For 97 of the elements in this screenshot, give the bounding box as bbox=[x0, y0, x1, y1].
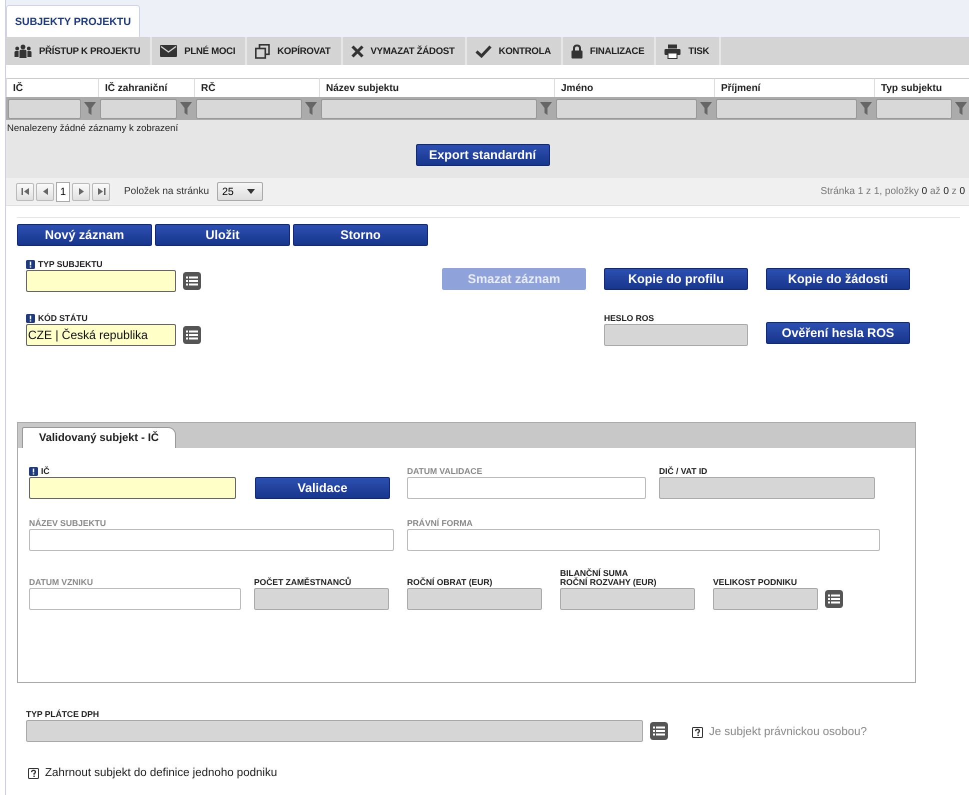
next-page-button[interactable] bbox=[72, 182, 90, 200]
first-page-button[interactable] bbox=[16, 182, 34, 200]
field-label: POČET ZAMĚSTNANCŮ bbox=[254, 578, 352, 587]
filter-field[interactable] bbox=[100, 98, 177, 118]
input-field[interactable] bbox=[407, 588, 542, 610]
toolbar-button[interactable]: FINALIZACE bbox=[562, 37, 656, 65]
caret-icon bbox=[247, 189, 256, 194]
last-page-icon bbox=[96, 187, 106, 196]
field-label: VELIKOST PODNIKU bbox=[713, 578, 798, 587]
input-field[interactable] bbox=[560, 588, 695, 610]
field-label: ROČNÍ OBRAT (EUR) bbox=[407, 578, 492, 587]
action-button[interactable]: Nový záznam bbox=[17, 224, 152, 246]
required-icon bbox=[26, 314, 35, 323]
close-icon bbox=[350, 44, 364, 58]
filter-field[interactable] bbox=[196, 98, 302, 118]
action-button[interactable]: Storno bbox=[293, 224, 428, 246]
field-label: PRÁVNÍ FORMA bbox=[407, 519, 473, 528]
input-field[interactable]: CZE | Česká republika bbox=[26, 324, 176, 346]
field-label: DATUM VZNIKU bbox=[29, 578, 94, 587]
required-icon bbox=[26, 260, 35, 269]
envelope-icon bbox=[160, 45, 178, 57]
toolbar-button[interactable]: KOPÍROVAT bbox=[247, 37, 343, 65]
column-header[interactable]: IČ zahraniční bbox=[98, 78, 194, 97]
field-label: KÓD STÁTU bbox=[38, 314, 88, 323]
toolbar-button[interactable]: PŘÍSTUP K PROJEKTU bbox=[6, 37, 152, 65]
help-icon bbox=[28, 768, 39, 778]
list-icon[interactable] bbox=[650, 722, 668, 740]
field-label: HESLO ROS bbox=[604, 314, 654, 323]
filter-icon[interactable] bbox=[180, 102, 192, 115]
field-label: BILANČNÍ SUMA ROČNÍ ROZVAHY (EUR) bbox=[560, 569, 656, 587]
filter-field[interactable] bbox=[716, 98, 857, 118]
toolbar-button[interactable]: PLNÉ MOCI bbox=[152, 37, 248, 65]
first-page-icon bbox=[20, 187, 30, 196]
filter-icon[interactable] bbox=[540, 102, 552, 115]
field-label: NÁZEV SUBJEKTU bbox=[29, 519, 106, 528]
validate-button[interactable]: Validace bbox=[255, 477, 390, 499]
filter-icon[interactable] bbox=[860, 102, 872, 115]
page-summary: Stránka 1 z 1, položky 0 až 0 z 0 bbox=[820, 186, 965, 197]
input-field[interactable] bbox=[29, 529, 394, 551]
check-icon bbox=[474, 44, 492, 58]
column-header[interactable]: Jméno bbox=[554, 78, 714, 97]
field-label: DIČ / VAT ID bbox=[659, 467, 708, 476]
filter-icon[interactable] bbox=[84, 102, 96, 115]
copy-icon bbox=[255, 44, 270, 58]
toolbar-button[interactable]: VYMAZAT ŽÁDOST bbox=[342, 37, 467, 65]
page-size-select[interactable]: 25 bbox=[217, 182, 264, 201]
field-label: TYP PLÁTCE DPH bbox=[26, 710, 100, 719]
field-label: TYP SUBJEKTU bbox=[38, 260, 103, 269]
next-page-icon bbox=[76, 187, 86, 196]
tab[interactable]: Validovaný subjekt - IČ bbox=[22, 427, 176, 448]
previous-page-button[interactable] bbox=[36, 182, 54, 200]
input-field[interactable] bbox=[26, 720, 643, 742]
empty-message: Nenalezeny žádné záznamy k zobrazení bbox=[6, 122, 180, 136]
input-field[interactable] bbox=[254, 588, 389, 610]
input-field[interactable] bbox=[659, 477, 875, 499]
column-header[interactable]: RČ bbox=[194, 78, 319, 97]
export-button[interactable]: Export standardní bbox=[416, 144, 550, 166]
filter-field[interactable] bbox=[321, 98, 537, 118]
lock-icon bbox=[570, 44, 583, 58]
toolbar-button[interactable]: TISK bbox=[656, 37, 722, 65]
field-label: IČ bbox=[41, 467, 50, 476]
column-header[interactable]: Typ subjektu bbox=[874, 78, 969, 97]
column-header[interactable]: Název subjektu bbox=[319, 78, 554, 97]
filter-field[interactable] bbox=[8, 98, 81, 118]
page-field[interactable]: 1 bbox=[56, 182, 70, 202]
page-size-label: Položek na stránku bbox=[124, 186, 210, 197]
tab[interactable]: SUBJEKTY PROJEKTU bbox=[6, 5, 140, 37]
list-icon[interactable] bbox=[183, 272, 201, 290]
option-label[interactable]: Zahrnout subjekt do definice jednoho podniku bbox=[45, 767, 278, 779]
toolbar-button[interactable]: KONTROLA bbox=[466, 37, 563, 65]
column-header[interactable]: IČ bbox=[6, 78, 98, 97]
filter-icon[interactable] bbox=[955, 102, 967, 115]
input-field[interactable] bbox=[29, 588, 241, 610]
record-button[interactable]: Kopie do profilu bbox=[604, 268, 748, 290]
input-field[interactable] bbox=[604, 324, 748, 346]
filter-field[interactable] bbox=[876, 98, 952, 118]
field-label: DATUM VALIDACE bbox=[407, 467, 482, 476]
action-button[interactable]: Uložit bbox=[155, 224, 290, 246]
help-icon bbox=[692, 726, 703, 738]
input-field[interactable] bbox=[26, 270, 176, 292]
filter-field[interactable] bbox=[556, 98, 697, 118]
filter-icon[interactable] bbox=[305, 102, 317, 115]
input-field[interactable] bbox=[407, 529, 880, 551]
list-icon[interactable] bbox=[825, 590, 843, 608]
filter-icon[interactable] bbox=[700, 102, 712, 115]
printer-icon bbox=[664, 44, 682, 58]
required-icon bbox=[29, 467, 38, 476]
list-icon[interactable] bbox=[183, 326, 201, 344]
last-page-button[interactable] bbox=[92, 182, 110, 200]
input-field[interactable] bbox=[407, 477, 646, 499]
record-button[interactable]: Kopie do žádosti bbox=[766, 268, 910, 290]
column-header[interactable]: Příjmení bbox=[714, 78, 874, 97]
people-icon bbox=[14, 44, 32, 58]
verify-button[interactable]: Ověření hesla ROS bbox=[766, 322, 910, 344]
input-field[interactable] bbox=[713, 588, 818, 610]
previous-page-icon bbox=[40, 187, 50, 196]
input-field[interactable] bbox=[29, 477, 236, 499]
